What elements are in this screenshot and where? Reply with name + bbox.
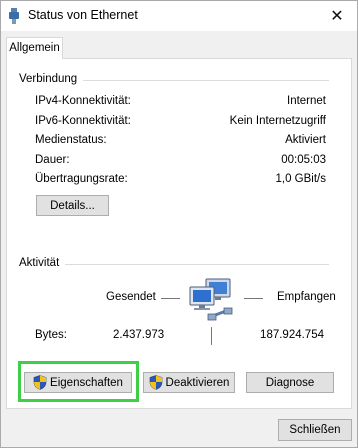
status-dialog: Status von Ethernet ✕ Allgemein Verbindu… [0, 0, 358, 448]
deactivate-button-label: Deaktivieren [165, 376, 230, 389]
group-divider [65, 264, 329, 265]
properties-button-label: Eigenschaften [50, 376, 123, 389]
ipv4-value: Internet [287, 95, 326, 107]
bytes-received-value: 187.924.754 [260, 329, 324, 341]
close-icon: ✕ [330, 8, 344, 25]
speed-value: 1,0 GBit/s [275, 173, 327, 185]
ethernet-plug-icon [9, 8, 19, 24]
tab-allgemein[interactable]: Allgemein [6, 37, 63, 59]
received-label: Empfangen [277, 291, 336, 303]
uac-shield-icon [149, 375, 162, 390]
diagnose-button[interactable]: Diagnose [246, 372, 334, 393]
activity-group-label: Aktivität [19, 257, 60, 269]
deactivate-button[interactable]: Deaktivieren [143, 372, 235, 393]
window-title: Status von Ethernet [28, 8, 138, 22]
media-status-value: Aktiviert [285, 134, 326, 146]
connection-group-label: Verbindung [19, 73, 78, 85]
sent-line [161, 298, 180, 299]
properties-button[interactable]: Eigenschaften [24, 372, 132, 393]
speed-label: Übertragungsrate: [35, 173, 128, 185]
ipv4-label: IPv4-Konnektivität: [35, 95, 131, 107]
uac-shield-icon [33, 375, 47, 390]
title-bar: Status von Ethernet ✕ [1, 1, 357, 31]
received-line [244, 298, 263, 299]
ipv6-value: Kein Internetzugriff [229, 115, 326, 127]
tab-panel-general: Verbindung IPv4-Konnektivität: Internet … [6, 58, 352, 409]
ipv6-label: IPv6-Konnektivität: [35, 115, 131, 127]
duration-label: Dauer: [35, 154, 70, 166]
details-button[interactable]: Details... [36, 195, 109, 216]
media-status-label: Medienstatus: [35, 134, 107, 146]
bytes-divider [211, 327, 212, 345]
duration-value: 00:05:03 [281, 154, 326, 166]
network-computers-icon [189, 278, 233, 321]
sent-label: Gesendet [106, 291, 156, 303]
close-button[interactable]: Schließen [278, 419, 352, 441]
group-divider [83, 80, 329, 81]
bytes-label: Bytes: [35, 329, 67, 341]
close-window-button[interactable]: ✕ [317, 1, 357, 31]
bytes-sent-value: 2.437.973 [113, 329, 165, 341]
